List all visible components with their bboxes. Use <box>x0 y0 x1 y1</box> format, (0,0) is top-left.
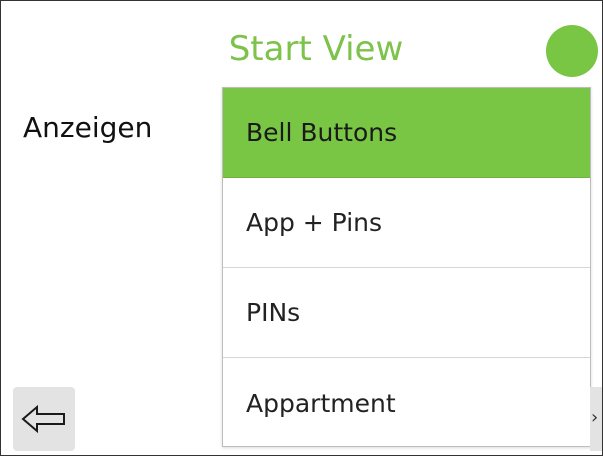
display-label: Anzeigen <box>23 111 153 144</box>
back-button[interactable] <box>13 387 75 451</box>
dropdown-option-label: PINs <box>246 298 301 327</box>
dropdown-option-pins[interactable]: PINs <box>223 268 590 358</box>
dropdown-option-label: Bell Buttons <box>246 118 398 147</box>
dropdown-option-app-pins[interactable]: App + Pins <box>223 178 590 268</box>
dropdown-option-label: App + Pins <box>246 208 383 237</box>
next-button[interactable]: › <box>590 387 602 451</box>
dropdown-option-bell-buttons[interactable]: Bell Buttons <box>223 88 590 178</box>
arrow-left-icon <box>21 404 65 434</box>
start-view-screen: Start View Anzeigen Bell Buttons App + P… <box>0 0 603 456</box>
page-title: Start View <box>228 29 404 69</box>
status-indicator <box>546 25 598 77</box>
dropdown-option-appartment[interactable]: Appartment <box>223 358 590 448</box>
dropdown-option-label: Appartment <box>246 388 396 418</box>
display-dropdown-list: Bell Buttons App + Pins PINs Appartment <box>222 87 591 447</box>
chevron-right-icon: › <box>591 407 599 428</box>
